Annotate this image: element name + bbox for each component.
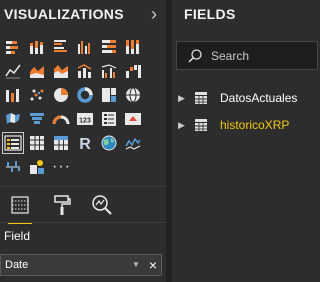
stacked-bar-chart-icon[interactable]: [4, 38, 22, 56]
powerbi-panes: VISUALIZATIONS › 123 R ··· Field Date ▼ …: [0, 0, 318, 282]
map-icon[interactable]: [124, 86, 142, 104]
search-box[interactable]: [176, 41, 318, 70]
scatter-chart-icon[interactable]: [28, 86, 46, 104]
chevron-down-icon[interactable]: ▼: [131, 259, 141, 271]
visualizations-header: VISUALIZATIONS ›: [0, 0, 166, 30]
r-script-visual-icon[interactable]: R: [76, 134, 94, 152]
more-visuals-icon[interactable]: ···: [52, 158, 70, 176]
collapse-pane-chevron-icon[interactable]: ›: [145, 3, 163, 25]
visualizations-pane: VISUALIZATIONS › 123 R ··· Field Date ▼ …: [0, 0, 166, 282]
table-visual-icon[interactable]: [28, 134, 46, 152]
visualization-icon-grid: 123 R ···: [0, 38, 166, 186]
search-icon: [187, 48, 203, 64]
fields-title: FIELDS: [184, 6, 236, 22]
100-stacked-column-chart-icon[interactable]: [124, 38, 142, 56]
table-item-datosactuales[interactable]: ▶ DatosActuales: [178, 88, 318, 108]
visualizations-title: VISUALIZATIONS: [4, 6, 124, 22]
svg-text:R: R: [79, 136, 91, 152]
slicer-icon[interactable]: [2, 132, 24, 154]
pie-chart-icon[interactable]: [52, 86, 70, 104]
field-section-label: Field: [4, 229, 31, 243]
stacked-area-chart-icon[interactable]: [52, 62, 70, 80]
field-well-value: Date: [5, 259, 29, 271]
clustered-column-chart-icon[interactable]: [76, 38, 94, 56]
expand-chevron-icon[interactable]: ▶: [178, 90, 188, 106]
ribbon-chart-icon[interactable]: [4, 86, 22, 104]
table-item-historicoxrp[interactable]: ▶ historicoXRP: [178, 115, 318, 135]
fields-pane: FIELDS ▶ DatosActuales ▶ historicoXRP: [172, 0, 318, 282]
line-and-stacked-column-chart-icon[interactable]: [76, 62, 94, 80]
100-stacked-bar-chart-icon[interactable]: [100, 38, 118, 56]
search-input[interactable]: [211, 46, 311, 66]
globe-map-icon[interactable]: [100, 134, 118, 152]
table-icon: [194, 118, 208, 132]
treemap-icon[interactable]: [100, 86, 118, 104]
pane-tab-strip: [0, 186, 166, 224]
card-icon[interactable]: 123: [76, 110, 94, 128]
donut-chart-icon[interactable]: [76, 86, 94, 104]
section-divider: [0, 222, 166, 223]
svg-text:123: 123: [79, 118, 91, 125]
table-icon: [194, 91, 208, 105]
custom-visual-icon[interactable]: [28, 158, 46, 176]
table-name: historicoXRP: [220, 118, 290, 132]
filled-map-icon[interactable]: [4, 110, 22, 128]
field-well[interactable]: Date ▼ ×: [0, 254, 162, 276]
close-icon[interactable]: ×: [146, 256, 160, 274]
funnel-icon[interactable]: [28, 110, 46, 128]
waterfall-visual-icon[interactable]: [4, 158, 22, 176]
format-paint-roller-icon[interactable]: [48, 191, 76, 219]
fields-tab-icon[interactable]: [6, 191, 34, 224]
line-and-clustered-column-chart-icon[interactable]: [100, 62, 118, 80]
waterfall-chart-icon[interactable]: [124, 62, 142, 80]
kpi-icon[interactable]: [124, 110, 142, 128]
timeline-icon[interactable]: [124, 134, 142, 152]
stacked-column-chart-icon[interactable]: [28, 38, 46, 56]
table-name: DatosActuales: [220, 91, 298, 105]
area-chart-icon[interactable]: [28, 62, 46, 80]
analytics-magnifier-icon[interactable]: [88, 191, 116, 219]
line-chart-icon[interactable]: [4, 62, 22, 80]
clustered-bar-chart-icon[interactable]: [52, 38, 70, 56]
expand-chevron-icon[interactable]: ▶: [178, 117, 188, 133]
gauge-icon[interactable]: [52, 110, 70, 128]
matrix-icon[interactable]: [52, 134, 70, 152]
multi-row-card-icon[interactable]: [100, 110, 118, 128]
